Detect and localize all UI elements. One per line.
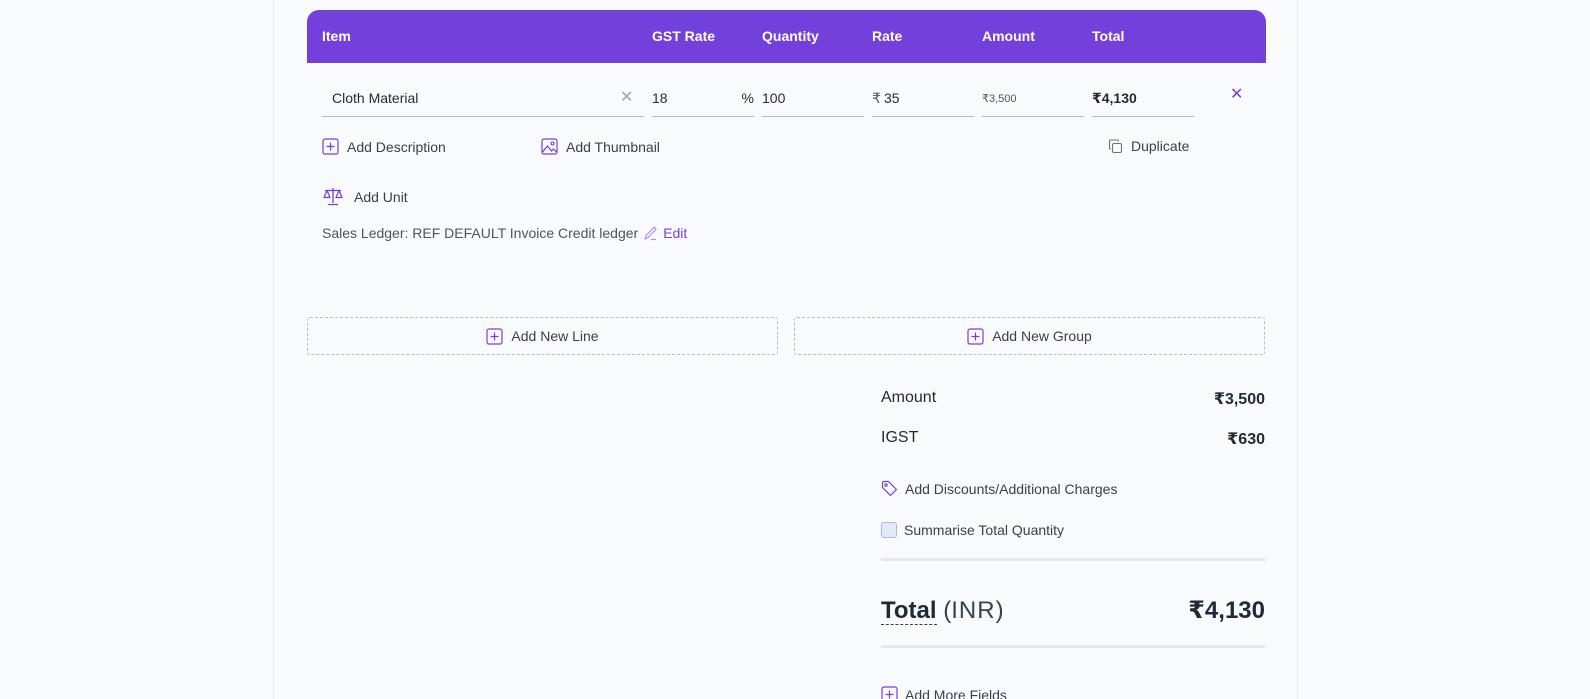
clear-item-icon[interactable]: ✕ [620,87,633,107]
duplicate-button[interactable]: Duplicate [1108,138,1189,154]
add-new-group-label: Add New Group [992,328,1092,344]
summarise-quantity-row[interactable]: Summarise Total Quantity [881,522,1064,538]
summary-amount-label: Amount [881,389,937,406]
summary-amount-value: ₹3,500 [1213,391,1265,408]
add-new-group-button[interactable]: Add New Group [794,317,1265,355]
total-field: ₹4,130 [1092,63,1194,117]
image-icon [541,138,558,155]
plus-square-icon [322,138,339,155]
total-value: ₹4,130 [1092,90,1137,106]
add-description-label: Add Description [347,138,446,155]
summary-igst-value: ₹630 [1227,431,1265,448]
item-name-field[interactable]: Cloth Material ✕ [322,63,644,117]
total-divider [881,645,1265,648]
plus-square-icon [967,327,984,345]
sales-ledger-text: Sales Ledger: REF DEFAULT Invoice Credit… [322,225,639,241]
header-quantity: Quantity [762,28,819,44]
add-description-button[interactable]: Add Description [322,138,446,155]
amount-value: ₹3,500 [982,93,1017,105]
copy-icon [1108,138,1123,154]
header-item: Item [322,28,351,44]
plus-square-icon [881,686,898,699]
add-unit-label: Add Unit [354,188,408,205]
add-new-line-button[interactable]: Add New Line [307,317,778,355]
item-name-value: Cloth Material [332,90,419,106]
add-more-fields-label: Add More Fields [905,686,1007,699]
summary-igst-label: IGST [881,429,919,446]
plus-square-icon [486,327,504,345]
header-total: Total [1092,28,1125,44]
add-unit-button[interactable]: Add Unit [322,187,408,206]
grand-total-label: Total [881,597,937,625]
gst-rate-field[interactable]: 18 % [652,63,754,117]
tag-icon [881,480,898,497]
grand-total-row: Total (INR) ₹4,130 [881,597,1265,625]
summarise-quantity-checkbox[interactable] [881,522,897,538]
add-thumbnail-button[interactable]: Add Thumbnail [541,138,660,155]
pencil-icon[interactable] [643,226,658,241]
add-new-line-label: Add New Line [511,328,599,344]
gst-rate-value: 18 [652,90,668,106]
header-rate: Rate [872,28,903,44]
duplicate-label: Duplicate [1131,138,1190,154]
scale-icon [322,187,344,206]
grand-total-value: ₹4,130 [1188,597,1265,624]
sales-ledger-row: Sales Ledger: REF DEFAULT Invoice Credit… [322,225,687,241]
header-gst-rate: GST Rate [652,28,716,44]
summary-divider [881,558,1265,561]
edit-ledger-link[interactable]: Edit [663,225,687,241]
add-discounts-label: Add Discounts/Additional Charges [905,480,1118,497]
rate-value: 35 [884,90,900,106]
header-amount: Amount [982,28,1035,44]
quantity-value: 100 [762,90,786,106]
summary-amount-row: Amount ₹3,500 [881,389,1265,409]
add-more-fields-button[interactable]: Add More Fields [881,686,1007,699]
items-table-header: Item GST Rate Quantity Rate Amount Total [307,10,1266,63]
add-thumbnail-label: Add Thumbnail [566,138,660,155]
rate-currency: ₹ [872,90,881,106]
remove-line-icon[interactable]: ✕ [1230,84,1243,104]
rate-field[interactable]: ₹ 35 [872,63,974,117]
currency-code[interactable]: INR [951,597,995,624]
quantity-field[interactable]: 100 [762,63,864,117]
summary-igst-row: IGST ₹630 [881,429,1265,449]
add-discounts-button[interactable]: Add Discounts/Additional Charges [881,480,1117,497]
summarise-quantity-label: Summarise Total Quantity [904,522,1065,538]
percent-unit: % [741,90,754,106]
amount-field: ₹3,500 [982,63,1084,117]
